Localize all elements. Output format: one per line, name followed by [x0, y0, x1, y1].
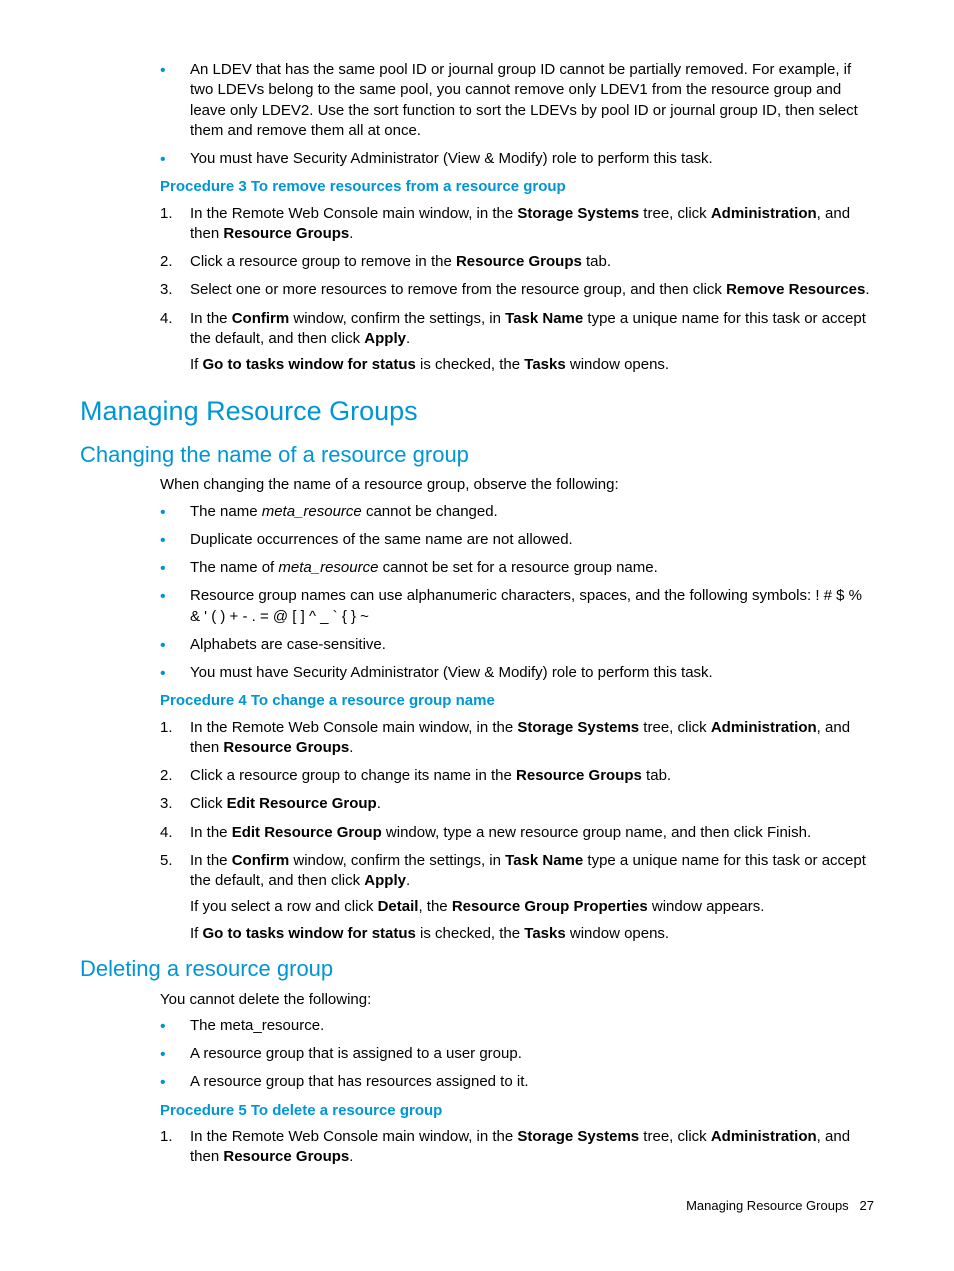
page-footer: Managing Resource Groups 27: [80, 1197, 874, 1215]
list-item: Resource group names can use alphanumeri…: [160, 586, 874, 627]
procedure-5-title: Procedure 5 To delete a resource group: [80, 1101, 874, 1121]
list-item: Alphabets are case-sensitive.: [160, 635, 874, 655]
step-item: In the Remote Web Console main window, i…: [160, 204, 874, 245]
step-item: Click a resource group to change its nam…: [160, 766, 874, 786]
footer-text: Managing Resource Groups: [686, 1198, 849, 1213]
deleting-bullets: The meta_resource. A resource group that…: [80, 1016, 874, 1093]
step-item: Click a resource group to remove in the …: [160, 252, 874, 272]
footer-page: 27: [860, 1198, 874, 1213]
step-item: In the Remote Web Console main window, i…: [160, 1127, 874, 1168]
list-item: The meta_resource.: [160, 1016, 874, 1036]
heading-changing-name: Changing the name of a resource group: [80, 440, 874, 470]
heading-deleting: Deleting a resource group: [80, 954, 874, 984]
list-item: The name of meta_resource cannot be set …: [160, 558, 874, 578]
step-item: In the Confirm window, confirm the setti…: [160, 309, 874, 376]
procedure-3-steps: In the Remote Web Console main window, i…: [80, 204, 874, 376]
procedure-3-title: Procedure 3 To remove resources from a r…: [80, 177, 874, 197]
step-item: Click Edit Resource Group.: [160, 794, 874, 814]
intro-text: You cannot delete the following:: [80, 990, 874, 1010]
step-item: In the Edit Resource Group window, type …: [160, 823, 874, 843]
list-item: You must have Security Administrator (Vi…: [160, 663, 874, 683]
list-item: An LDEV that has the same pool ID or jou…: [160, 60, 874, 141]
list-item: The name meta_resource cannot be changed…: [160, 502, 874, 522]
procedure-4-title: Procedure 4 To change a resource group n…: [80, 691, 874, 711]
step-item: In the Remote Web Console main window, i…: [160, 718, 874, 759]
list-item: Duplicate occurrences of the same name a…: [160, 530, 874, 550]
step-item: Select one or more resources to remove f…: [160, 280, 874, 300]
intro-text: When changing the name of a resource gro…: [80, 475, 874, 495]
procedure-4-steps: In the Remote Web Console main window, i…: [80, 718, 874, 944]
list-item: A resource group that is assigned to a u…: [160, 1044, 874, 1064]
step-item: In the Confirm window, confirm the setti…: [160, 851, 874, 944]
heading-managing-resource-groups: Managing Resource Groups: [80, 393, 874, 429]
procedure-5-steps: In the Remote Web Console main window, i…: [80, 1127, 874, 1168]
top-bullet-list: An LDEV that has the same pool ID or jou…: [80, 60, 874, 169]
list-item: A resource group that has resources assi…: [160, 1072, 874, 1092]
changing-name-bullets: The name meta_resource cannot be changed…: [80, 502, 874, 684]
list-item: You must have Security Administrator (Vi…: [160, 149, 874, 169]
